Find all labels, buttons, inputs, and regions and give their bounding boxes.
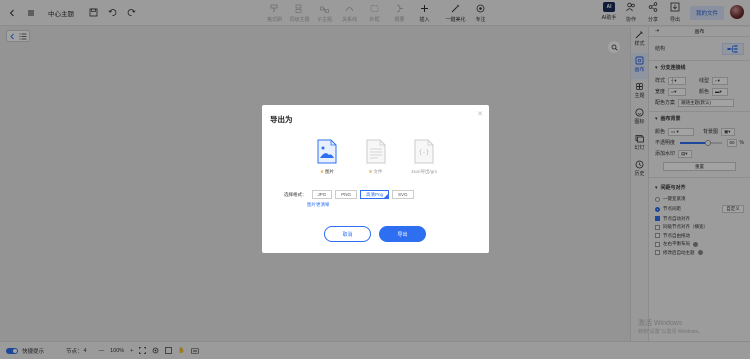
vip-badge-icon: ♛ xyxy=(368,169,373,174)
export-dialog: 导出为 ✕ ♛ 图片 ♛ 文件 {-} Json导出/gm 选择格式： JPG PN… xyxy=(262,105,489,253)
document-file-icon xyxy=(366,139,386,166)
json-file-icon: {-} xyxy=(414,139,434,166)
vip-badge-icon: ♛ xyxy=(319,169,325,174)
type-hd-png-button[interactable]: 高清Png xyxy=(360,190,390,199)
type-jpg-button[interactable]: JPG xyxy=(311,190,333,199)
type-png-button[interactable]: PNG xyxy=(335,190,358,199)
close-icon[interactable]: ✕ xyxy=(477,110,483,118)
image-type-row: 选择格式： JPG PNG 高清Png SVG xyxy=(284,190,414,199)
format-document[interactable]: ♛ 文件 xyxy=(363,139,389,175)
export-format-options: ♛ 图片 ♛ 文件 {-} Json导出/gm xyxy=(314,139,437,175)
svg-text:{-}: {-} xyxy=(419,149,430,156)
image-file-icon xyxy=(317,139,337,166)
format-json[interactable]: {-} Json导出/gm xyxy=(411,139,437,175)
dialog-title: 导出为 xyxy=(270,115,293,124)
cancel-button[interactable]: 取消 xyxy=(324,226,371,242)
type-label: 选择格式： xyxy=(284,191,307,197)
export-confirm-button[interactable]: 导出 xyxy=(379,226,426,242)
type-svg-button[interactable]: SVG xyxy=(392,190,414,199)
format-image[interactable]: ♛ 图片 xyxy=(314,139,340,175)
image-quality-link[interactable]: 图片更清晰 xyxy=(307,202,330,208)
